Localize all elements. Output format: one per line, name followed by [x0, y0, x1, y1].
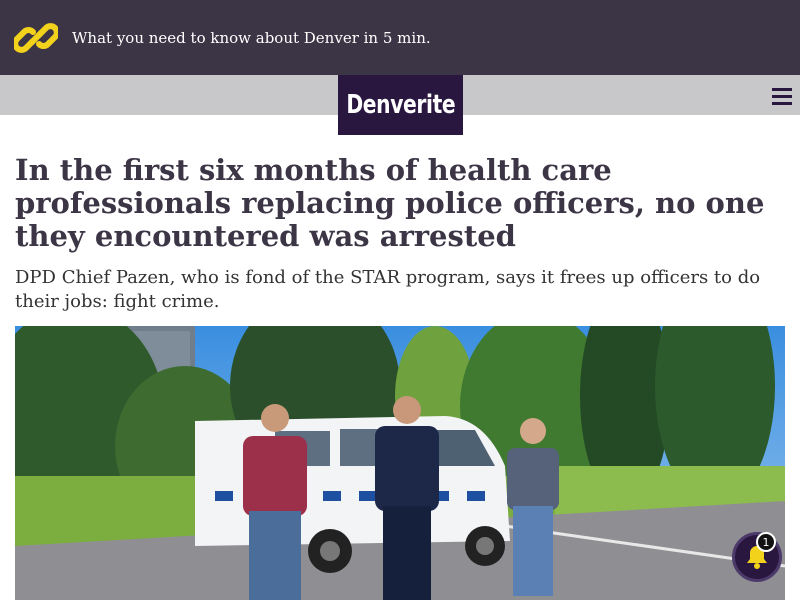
site-logo[interactable]: Denverite — [338, 75, 463, 135]
notification-badge: 1 — [756, 532, 776, 552]
promo-text[interactable]: What you need to know about Denver in 5 … — [72, 29, 431, 47]
hamburger-menu-icon[interactable] — [770, 85, 794, 107]
article-dek: DPD Chief Pazen, who is fond of the STAR… — [15, 267, 761, 312]
promo-bar[interactable]: What you need to know about Denver in 5 … — [0, 0, 800, 75]
hero-photo — [15, 326, 785, 600]
logo-text: Denverite — [346, 90, 455, 120]
article-headline: In the first six months of health care p… — [15, 153, 765, 253]
link-icon — [14, 23, 58, 53]
